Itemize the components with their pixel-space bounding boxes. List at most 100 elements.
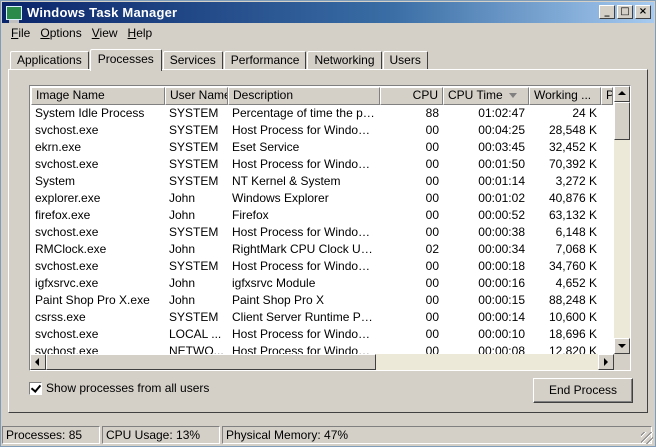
status-processes: Processes: 85 <box>2 426 100 444</box>
process-list[interactable]: Image Name User Name Description CPU CPU… <box>29 85 631 371</box>
horizontal-scroll-thumb[interactable] <box>46 354 376 370</box>
cell-cpu-time: 00:00:16 <box>478 276 525 290</box>
menu-view[interactable]: View <box>87 26 123 40</box>
cell-user-name: SYSTEM <box>169 310 219 324</box>
column-header-user-name[interactable]: User Name <box>165 87 228 105</box>
vertical-scrollbar[interactable] <box>614 86 630 354</box>
table-row[interactable]: System Idle Process SYSTEM Percentage of t… <box>31 105 613 122</box>
cell-working-set: 63,132 K <box>548 208 597 222</box>
menu-options[interactable]: Options <box>35 26 86 40</box>
cell-image-name: igfxsrvc.exe <box>35 276 99 290</box>
cell-working-set: 40,876 K <box>548 191 597 205</box>
table-row[interactable]: explorer.exe John Windows Explorer 00 00:01:… <box>31 190 613 207</box>
process-rows: System Idle Process SYSTEM Percentage of t… <box>31 105 613 354</box>
cell-cpu: 00 <box>425 344 439 354</box>
cell-description: igfxsrvc Module <box>232 276 316 290</box>
cell-cpu: 00 <box>425 225 439 239</box>
scroll-up-button[interactable] <box>614 86 630 102</box>
cell-user-name: SYSTEM <box>169 225 219 239</box>
arrow-left-icon <box>35 358 39 366</box>
resize-grip-icon[interactable] <box>641 432 653 444</box>
cell-image-name: svchost.exe <box>35 259 99 273</box>
cell-user-name: John <box>169 191 196 205</box>
column-header-description[interactable]: Description <box>228 87 380 105</box>
cell-working-set: 88,248 K <box>548 293 597 307</box>
tab-performance[interactable]: Performance <box>223 51 307 70</box>
table-row[interactable]: System SYSTEM NT Kernel & System 00 00:01:14… <box>31 173 613 190</box>
cell-description: Windows Explorer <box>232 191 329 205</box>
end-process-button[interactable]: End Process <box>533 378 633 403</box>
table-row[interactable]: Paint Shop Pro X.exe John Paint Shop Pro X… <box>31 292 613 309</box>
menu-bar: File Options View Help <box>2 24 654 42</box>
cell-cpu: 00 <box>425 191 439 205</box>
table-row[interactable]: svchost.exe SYSTEM Host Process for Window… <box>31 224 613 241</box>
table-row[interactable]: svchost.exe LOCAL ... Host Process for Win… <box>31 326 613 343</box>
cell-image-name: svchost.exe <box>35 225 99 239</box>
table-row[interactable]: RMClock.exe John RightMark CPU Clock Utili… <box>31 241 613 258</box>
cell-cpu: 00 <box>425 157 439 171</box>
cell-cpu: 00 <box>425 208 439 222</box>
table-row[interactable]: ekrn.exe SYSTEM Eset Service 00 00:03:45 32,4… <box>31 139 613 156</box>
menu-help[interactable]: Help <box>123 26 158 40</box>
close-icon: × <box>638 6 648 17</box>
task-manager-icon[interactable] <box>6 5 22 23</box>
column-header-peak[interactable]: P <box>601 87 613 105</box>
close-button[interactable]: × <box>635 5 651 19</box>
cell-cpu-time: 00:00:14 <box>478 310 525 324</box>
cell-image-name: csrss.exe <box>35 310 86 324</box>
show-all-users-checkbox[interactable] <box>29 381 42 395</box>
cell-cpu-time: 00:00:10 <box>478 327 525 341</box>
cell-user-name: John <box>169 242 196 256</box>
cell-cpu-time: 01:02:47 <box>478 106 525 120</box>
column-header-image-name[interactable]: Image Name <box>31 87 165 105</box>
cell-working-set: 12,820 K <box>548 344 597 354</box>
cell-description: Host Process for Windows ... <box>232 327 380 341</box>
cell-image-name: svchost.exe <box>35 344 99 354</box>
show-all-users-option[interactable]: Show processes from all users <box>29 381 209 395</box>
cell-working-set: 6,148 K <box>555 225 597 239</box>
tab-services[interactable]: Services <box>162 51 223 70</box>
cell-image-name: firefox.exe <box>35 208 91 222</box>
table-row[interactable]: igfxsrvc.exe John igfxsrvc Module 00 00:00:1… <box>31 275 613 292</box>
tab-processes[interactable]: Processes <box>89 49 162 71</box>
vertical-scroll-thumb[interactable] <box>614 102 630 140</box>
cell-cpu: 00 <box>425 174 439 188</box>
cell-image-name: RMClock.exe <box>35 242 107 256</box>
show-all-users-label[interactable]: Show processes from all users <box>46 381 209 395</box>
table-row[interactable]: firefox.exe John Firefox 00 00:00:52 63,132 K <box>31 207 613 224</box>
table-row[interactable]: svchost.exe SYSTEM Host Process for Window… <box>31 122 613 139</box>
tab-applications[interactable]: Applications <box>10 51 89 70</box>
cell-image-name: svchost.exe <box>35 327 99 341</box>
table-row[interactable]: svchost.exe NETWO... Host Process for Wind… <box>31 343 613 354</box>
cell-cpu: 00 <box>425 276 439 290</box>
cell-image-name: explorer.exe <box>35 191 101 205</box>
column-header-cpu[interactable]: CPU <box>380 87 443 105</box>
tab-networking[interactable]: Networking <box>307 51 382 70</box>
cell-user-name: SYSTEM <box>169 123 219 137</box>
column-header-working-set[interactable]: Working ... <box>529 87 601 105</box>
tab-users[interactable]: Users <box>382 51 428 70</box>
column-header-cpu-time[interactable]: CPU Time <box>443 87 529 105</box>
menu-file[interactable]: File <box>6 26 35 40</box>
table-row[interactable]: svchost.exe SYSTEM Host Process for Window… <box>31 258 613 275</box>
cell-cpu: 02 <box>425 242 439 256</box>
minimize-button[interactable]: _ <box>599 5 615 19</box>
cell-description: Host Process for Windows ... <box>232 157 380 171</box>
cell-user-name: SYSTEM <box>169 157 219 171</box>
cell-description: Paint Shop Pro X <box>232 293 325 307</box>
table-row[interactable]: svchost.exe SYSTEM Host Process for Window… <box>31 156 613 173</box>
cell-description: Percentage of time the pro... <box>232 106 380 120</box>
cell-working-set: 70,392 K <box>548 157 597 171</box>
table-row[interactable]: csrss.exe SYSTEM Client Server Runtime Pro… <box>31 309 613 326</box>
cell-cpu: 00 <box>425 259 439 273</box>
cell-working-set: 4,652 K <box>555 276 597 290</box>
scroll-left-button[interactable] <box>30 354 46 370</box>
tab-strip: Applications Processes Services Performa… <box>10 49 429 71</box>
scroll-right-button[interactable] <box>598 354 614 370</box>
horizontal-scrollbar[interactable] <box>30 354 614 370</box>
cell-user-name: SYSTEM <box>169 140 219 154</box>
title-bar[interactable]: Windows Task Manager _ □ × <box>2 2 654 23</box>
arrow-up-icon <box>618 91 626 95</box>
maximize-button[interactable]: □ <box>617 5 633 19</box>
scroll-down-button[interactable] <box>614 338 630 354</box>
